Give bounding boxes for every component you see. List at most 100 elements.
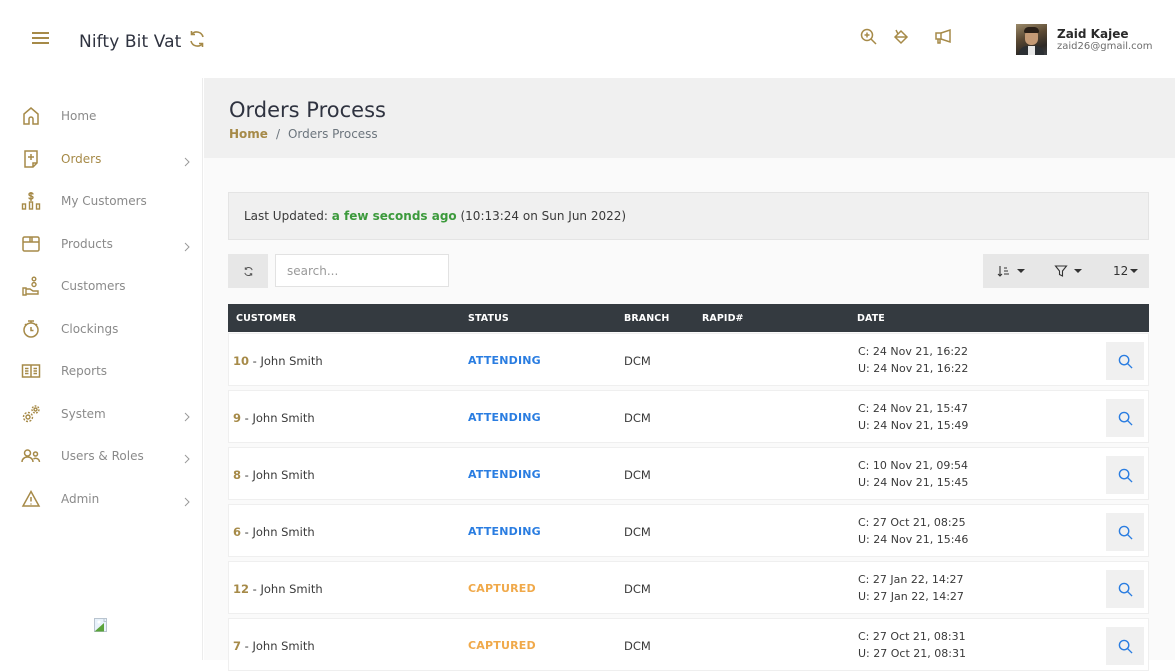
view-order-button[interactable] [1106, 513, 1144, 551]
view-order-button[interactable] [1106, 627, 1144, 665]
view-order-button[interactable] [1106, 342, 1144, 380]
caret-down-icon [1074, 269, 1082, 273]
customer-name: - John Smith [241, 525, 315, 539]
breadcrumb-separator: / [275, 127, 280, 141]
column-header-date[interactable]: DATE [857, 313, 885, 324]
date-cell: C: 10 Nov 21, 09:54 U: 24 Nov 21, 15:45 [858, 457, 968, 491]
last-updated-absolute: (10:13:24 on Sun Jun 2022) [456, 209, 627, 223]
broken-image-icon [94, 617, 109, 632]
chevron-right-icon [183, 450, 191, 464]
users-icon [21, 446, 41, 466]
top-bar: Nifty Bit Vat Zaid Kajee zaid26@gmail.co… [0, 0, 1175, 78]
page-size-dropdown[interactable]: 12 [1113, 254, 1139, 288]
brand-name: Nifty Bit Vat [79, 31, 182, 52]
sidebar-item-clockings[interactable]: Clockings [0, 309, 203, 349]
customer-name: - John Smith [241, 468, 315, 482]
sidebar-item-home[interactable]: Home [0, 96, 203, 136]
status-badge: ATTENDING [468, 411, 541, 424]
table-row[interactable]: 8 - John Smith ATTENDING DCM C: 10 Nov 21, … [228, 447, 1149, 500]
orders-icon [21, 149, 41, 169]
search-input[interactable] [275, 254, 449, 287]
column-header-branch[interactable]: BRANCH [624, 313, 669, 324]
search-plus-icon[interactable] [859, 27, 879, 47]
user-profile[interactable]: Zaid Kajee zaid26@gmail.com [1016, 24, 1153, 55]
chevron-right-icon [183, 238, 191, 252]
order-id: 12 [233, 582, 250, 596]
branch-cell: DCM [624, 411, 651, 425]
page-header: Orders Process Home / Orders Process [204, 78, 1175, 158]
last-updated-banner: Last Updated: a few seconds ago (10:13:2… [228, 192, 1149, 240]
breadcrumb-current: Orders Process [287, 127, 378, 141]
order-id: 10 [233, 354, 250, 368]
column-header-rapid[interactable]: RAPID# [702, 313, 744, 324]
sort-dropdown[interactable] [997, 254, 1025, 288]
caret-down-icon [1130, 269, 1139, 273]
breadcrumb: Home / Orders Process [229, 127, 378, 141]
search-icon [1118, 582, 1133, 597]
customer-name: - John Smith [249, 582, 323, 596]
breadcrumb-home-link[interactable]: Home [229, 127, 268, 141]
table-row[interactable]: 6 - John Smith ATTENDING DCM C: 27 Oct 21, … [228, 504, 1149, 557]
sidebar-item-label: Orders [61, 152, 102, 166]
updated-date: U: 27 Jan 22, 14:27 [858, 590, 964, 603]
customer-cell: 6 - John Smith [233, 525, 315, 539]
warning-icon [21, 489, 41, 509]
search-icon [1118, 354, 1133, 369]
table-row[interactable]: 10 - John Smith ATTENDING DCM C: 24 Nov 21,… [228, 333, 1149, 386]
column-header-status[interactable]: STATUS [468, 313, 509, 324]
search-icon [1118, 639, 1133, 654]
created-date: C: 10 Nov 21, 09:54 [858, 459, 969, 472]
stopwatch-icon [21, 319, 41, 339]
book-icon [21, 361, 41, 381]
sort-icon [997, 266, 1009, 277]
sidebar-item-customers[interactable]: Customers [0, 266, 203, 306]
table-tools: 12 [983, 254, 1149, 288]
status-badge: ATTENDING [468, 354, 541, 367]
gears-icon [21, 404, 41, 424]
sidebar-item-my-customers[interactable]: My Customers [0, 181, 203, 221]
created-date: C: 27 Oct 21, 08:25 [858, 516, 966, 529]
dollar-bars-icon [21, 191, 41, 211]
sidebar: Home Orders My Customers Products Custom… [0, 78, 203, 660]
branch-cell: DCM [624, 582, 651, 596]
sidebar-item-users-roles[interactable]: Users & Roles [0, 436, 203, 476]
order-id: 6 [233, 525, 242, 539]
page-title: Orders Process [229, 98, 386, 122]
table-header: CUSTOMER STATUS BRANCH RAPID# DATE [228, 304, 1149, 332]
sidebar-item-label: Products [61, 237, 113, 251]
megaphone-icon[interactable] [934, 27, 954, 47]
customer-cell: 10 - John Smith [233, 354, 323, 368]
view-order-button[interactable] [1106, 570, 1144, 608]
menu-toggle-icon[interactable] [32, 32, 49, 45]
column-header-customer[interactable]: CUSTOMER [236, 313, 296, 324]
sidebar-item-products[interactable]: Products [0, 224, 203, 264]
view-order-button[interactable] [1106, 456, 1144, 494]
view-order-button[interactable] [1106, 399, 1144, 437]
sidebar-item-reports[interactable]: Reports [0, 351, 203, 391]
branch-cell: DCM [624, 468, 651, 482]
sidebar-item-label: Reports [61, 364, 108, 378]
table-row[interactable]: 12 - John Smith CAPTURED DCM C: 27 Jan 22, … [228, 561, 1149, 614]
home-icon [21, 106, 41, 126]
avatar [1016, 24, 1047, 55]
paint-bucket-icon[interactable] [891, 27, 911, 47]
status-badge: CAPTURED [468, 582, 536, 595]
sidebar-item-orders[interactable]: Orders [0, 139, 203, 179]
search-icon [1118, 525, 1133, 540]
user-email: zaid26@gmail.com [1057, 40, 1153, 52]
date-cell: C: 24 Nov 21, 15:47 U: 24 Nov 21, 15:49 [858, 400, 968, 434]
table-row[interactable]: 7 - John Smith CAPTURED DCM C: 27 Oct 21, 0… [228, 618, 1149, 671]
order-id: 8 [233, 468, 242, 482]
filter-icon [1054, 265, 1068, 277]
updated-date: U: 24 Nov 21, 15:46 [858, 533, 969, 546]
sidebar-item-label: Clockings [61, 322, 119, 336]
chevron-right-icon [183, 493, 191, 507]
sidebar-item-system[interactable]: System [0, 394, 203, 434]
sidebar-item-label: My Customers [61, 194, 147, 208]
filter-dropdown[interactable] [1054, 254, 1082, 288]
sync-icon[interactable] [187, 29, 207, 54]
refresh-button[interactable] [228, 254, 268, 288]
table-row[interactable]: 9 - John Smith ATTENDING DCM C: 24 Nov 21, … [228, 390, 1149, 443]
sidebar-item-admin[interactable]: Admin [0, 479, 203, 519]
customer-name: - John Smith [241, 411, 315, 425]
